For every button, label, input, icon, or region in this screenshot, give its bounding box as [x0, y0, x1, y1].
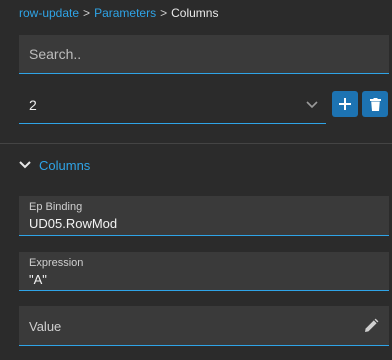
value-field[interactable]: Value: [19, 306, 389, 346]
field-value: "A": [29, 272, 47, 287]
breadcrumb-separator: >: [160, 6, 168, 20]
section-title: Columns: [39, 157, 91, 173]
divider: [0, 143, 392, 144]
row-selector-value: 2: [29, 97, 37, 113]
pencil-icon[interactable]: [363, 318, 379, 334]
trash-icon: [369, 97, 381, 111]
breadcrumb-current: Columns: [171, 6, 219, 20]
field-label: Expression: [29, 257, 84, 269]
chevron-down-icon: [306, 101, 318, 109]
plus-icon: [339, 98, 351, 110]
expression-field[interactable]: Expression "A": [19, 252, 389, 291]
row-selector-dropdown[interactable]: 2: [19, 86, 326, 124]
delete-button[interactable]: [362, 91, 388, 117]
breadcrumb-link-parameters[interactable]: Parameters: [94, 6, 156, 20]
ep-binding-field[interactable]: Ep Binding UD05.RowMod: [19, 196, 389, 236]
add-button[interactable]: [332, 91, 358, 117]
breadcrumb-separator: >: [83, 6, 91, 20]
breadcrumb-link-row-update[interactable]: row-update: [19, 6, 79, 20]
chevron-down-icon: [19, 161, 31, 169]
field-value: UD05.RowMod: [29, 216, 118, 231]
field-label: Ep Binding: [29, 201, 83, 213]
search-box: [19, 35, 389, 74]
section-toggle-columns[interactable]: Columns: [19, 156, 90, 174]
field-placeholder: Value: [29, 319, 62, 334]
search-input[interactable]: [19, 35, 389, 73]
breadcrumb: row-update > Parameters > Columns: [19, 6, 218, 20]
